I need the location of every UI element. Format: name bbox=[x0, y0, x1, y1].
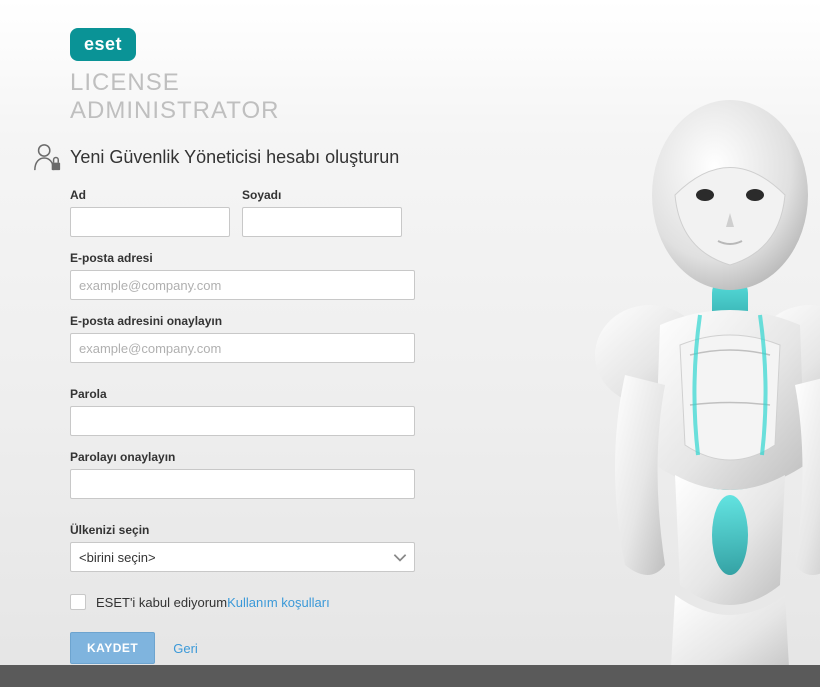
page-heading: Yeni Güvenlik Yöneticisi hesabı oluşturu… bbox=[70, 147, 399, 168]
email-input[interactable] bbox=[70, 270, 415, 300]
email-confirm-input[interactable] bbox=[70, 333, 415, 363]
terms-text: ESET'i kabul ediyorum bbox=[96, 595, 227, 610]
country-select[interactable]: <birini seçin> bbox=[70, 542, 415, 572]
save-button[interactable]: KAYDET bbox=[70, 632, 155, 664]
password-label: Parola bbox=[70, 387, 415, 401]
product-line2: ADMINISTRATOR bbox=[70, 97, 279, 124]
password-confirm-label: Parolayı onaylayın bbox=[70, 450, 415, 464]
product-line1: LICENSE bbox=[70, 69, 180, 96]
eset-logo: eset bbox=[70, 28, 136, 61]
user-lock-icon bbox=[32, 142, 62, 172]
footer-bar bbox=[0, 665, 820, 687]
first-name-label: Ad bbox=[70, 188, 230, 202]
email-confirm-label: E-posta adresini onaylayın bbox=[70, 314, 415, 328]
password-confirm-input[interactable] bbox=[70, 469, 415, 499]
last-name-input[interactable] bbox=[242, 207, 402, 237]
country-label: Ülkenizi seçin bbox=[70, 523, 415, 537]
email-label: E-posta adresi bbox=[70, 251, 415, 265]
first-name-input[interactable] bbox=[70, 207, 230, 237]
terms-link[interactable]: Kullanım koşulları bbox=[227, 595, 330, 610]
password-input[interactable] bbox=[70, 406, 415, 436]
last-name-label: Soyadı bbox=[242, 188, 402, 202]
registration-form: Ad Soyadı E-posta adresi E-posta adresin… bbox=[70, 188, 415, 664]
back-link[interactable]: Geri bbox=[173, 641, 198, 656]
terms-checkbox[interactable] bbox=[70, 594, 86, 610]
product-title: LICENSE ADMINISTRATOR bbox=[70, 69, 820, 124]
brand-block: eset LICENSE ADMINISTRATOR bbox=[70, 28, 820, 124]
